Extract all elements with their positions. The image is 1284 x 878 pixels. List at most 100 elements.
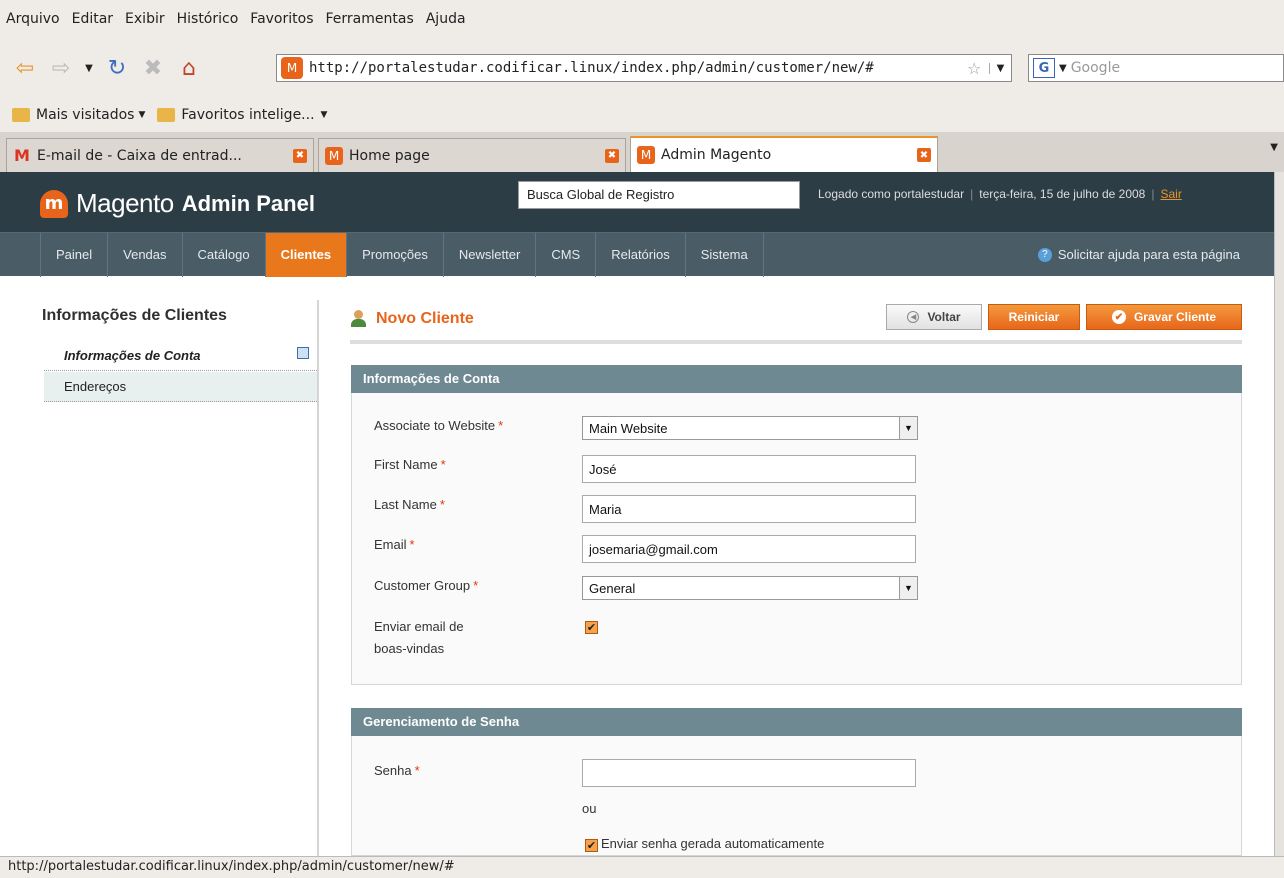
nav-vendas[interactable]: Vendas: [107, 232, 181, 277]
first-name-label: First Name *: [374, 457, 446, 472]
global-search-input[interactable]: Busca Global de Registro: [518, 181, 800, 209]
website-label: Associate to Website *: [374, 418, 504, 433]
menu-editar[interactable]: Editar: [72, 11, 113, 27]
browser-navbar: ⇦ ⇨ ▼ ↻ ✖ ⌂ M http://portalestudar.codif…: [0, 38, 1284, 98]
customer-group-value: General: [589, 581, 636, 596]
engine-dropdown-icon[interactable]: ▼: [1059, 63, 1067, 74]
chevron-down-icon: ▼: [899, 417, 917, 439]
save-disk-icon: [297, 347, 309, 359]
site-favicon-icon: M: [281, 57, 303, 79]
save-customer-button[interactable]: ✔ Gravar Cliente: [1086, 304, 1242, 330]
welcome-email-label: Enviar email de boas-vindas: [374, 619, 464, 656]
password-header: Gerenciamento de Senha: [351, 708, 1242, 736]
nav-relatorios[interactable]: Relatórios: [595, 232, 685, 277]
menu-ferramentas[interactable]: Ferramentas: [326, 11, 414, 27]
account-info-header: Informações de Conta: [351, 365, 1242, 393]
google-engine-icon[interactable]: G: [1033, 58, 1055, 78]
nav-cms[interactable]: CMS: [535, 232, 595, 277]
reload-icon[interactable]: ↻: [102, 53, 132, 83]
menu-historico[interactable]: Histórico: [177, 11, 239, 27]
customer-group-select[interactable]: General ▼: [582, 576, 918, 600]
title-rule: [350, 340, 1242, 344]
nav-catalogo[interactable]: Catálogo: [181, 232, 265, 277]
email-input[interactable]: josemaria@gmail.com: [582, 535, 916, 563]
history-dropdown-icon[interactable]: ▼: [82, 53, 96, 83]
tab-label: Home page: [349, 147, 430, 164]
bookmark-most-visited[interactable]: Mais visitados ▼: [12, 107, 145, 123]
url-dropdown-icon[interactable]: ▼: [989, 62, 1011, 74]
back-circle-icon: ◀: [907, 311, 920, 323]
gmail-icon: M: [14, 146, 30, 165]
page-scrollbar[interactable]: [1274, 172, 1284, 856]
nav-newsletter[interactable]: Newsletter: [442, 232, 535, 277]
browser-menubar: Arquivo Editar Exibir Histórico Favorito…: [0, 0, 1284, 38]
tab-admin-magento[interactable]: M Admin Magento ✖: [630, 136, 938, 172]
welcome-email-checkbox[interactable]: ✔: [585, 621, 598, 634]
tab-home-page[interactable]: M Home page ✖: [318, 138, 626, 172]
auto-password-checkbox[interactable]: ✔: [585, 839, 598, 852]
help-icon: ?: [1037, 247, 1052, 262]
sidebar-item-addresses[interactable]: Endereços: [44, 372, 319, 402]
nav-painel[interactable]: Painel: [40, 232, 107, 277]
browser-tabstrip: M E-mail de - Caixa de entrad... ✖ M Hom…: [0, 132, 1284, 172]
checkmark-icon: ✔: [1111, 310, 1126, 324]
bookmark-label: Mais visitados: [36, 107, 135, 123]
sidebar-title: Informações de Clientes: [42, 307, 227, 324]
tab-label: Admin Magento: [661, 147, 772, 163]
sidebar-divider: [317, 300, 319, 860]
menu-exibir[interactable]: Exibir: [125, 11, 165, 27]
tab-list-dropdown-icon[interactable]: ▼: [1270, 142, 1278, 153]
back-button[interactable]: ◀ Voltar: [886, 304, 982, 330]
magento-logo[interactable]: m Magento Admin Panel: [40, 188, 315, 219]
logout-link[interactable]: Sair: [1160, 187, 1181, 201]
user-info: Logado como portalestudar | terça-feira, 1…: [818, 187, 1182, 201]
sidebar-item-label: Informações de Conta: [64, 348, 201, 363]
magento-favicon-icon: M: [637, 146, 655, 164]
folder-icon: [12, 108, 30, 122]
browser-statusbar: http://portalestudar.codificar.linux/ind…: [0, 856, 1284, 878]
stop-icon[interactable]: ✖: [138, 53, 168, 83]
close-icon[interactable]: ✖: [917, 148, 931, 162]
url-bar[interactable]: M http://portalestudar.codificar.linux/i…: [276, 54, 1012, 82]
magento-logo-icon: m: [40, 189, 68, 218]
reset-button[interactable]: Reiniciar: [988, 304, 1080, 330]
bookmarks-toolbar: Mais visitados ▼ Favoritos intelige... ▼: [0, 98, 1284, 132]
logo-word: Magento: [76, 188, 174, 218]
back-arrow-icon[interactable]: ⇦: [10, 53, 40, 83]
email-label: Email *: [374, 537, 415, 552]
home-icon[interactable]: ⌂: [174, 53, 204, 83]
password-input[interactable]: [582, 759, 916, 787]
bookmark-smart[interactable]: Favoritos intelige... ▼: [157, 107, 327, 123]
web-search-input[interactable]: Google: [1071, 60, 1120, 76]
url-text[interactable]: http://portalestudar.codificar.linux/ind…: [309, 60, 967, 76]
menu-favoritos[interactable]: Favoritos: [250, 11, 313, 27]
tab-label: E-mail de - Caixa de entrad...: [37, 147, 242, 164]
help-link[interactable]: ? Solicitar ajuda para esta página: [1037, 247, 1240, 262]
close-icon[interactable]: ✖: [293, 148, 307, 163]
bookmark-star-icon[interactable]: ☆: [967, 59, 989, 78]
forward-arrow-icon[interactable]: ⇨: [46, 53, 76, 83]
web-search-box[interactable]: G ▼ Google: [1028, 54, 1284, 82]
sidebar-item-account-info[interactable]: Informações de Conta: [44, 341, 319, 371]
website-select-value: Main Website: [589, 421, 668, 436]
nav-sistema[interactable]: Sistema: [684, 232, 763, 277]
close-icon[interactable]: ✖: [605, 148, 619, 163]
bookmark-label: Favoritos intelige...: [181, 107, 315, 123]
menu-ajuda[interactable]: Ajuda: [426, 11, 466, 27]
magento-favicon-icon: M: [325, 146, 343, 165]
chevron-down-icon: ▼: [899, 577, 917, 599]
nav-promocoes[interactable]: Promoções: [346, 232, 443, 277]
admin-main-nav: Painel Vendas Catálogo Clientes Promoçõe…: [0, 232, 1284, 277]
last-name-input[interactable]: Maria: [582, 495, 916, 523]
page-title-text: Novo Cliente: [376, 310, 474, 327]
logged-as: Logado como portalestudar: [818, 187, 965, 201]
password-label: Senha *: [374, 763, 420, 778]
first-name-input[interactable]: José: [582, 455, 916, 483]
nav-clientes[interactable]: Clientes: [264, 232, 347, 277]
customer-group-label: Customer Group *: [374, 578, 479, 593]
website-select[interactable]: Main Website ▼: [582, 416, 918, 440]
chevron-down-icon: ▼: [138, 110, 146, 120]
tab-email[interactable]: M E-mail de - Caixa de entrad... ✖: [6, 138, 314, 172]
menu-arquivo[interactable]: Arquivo: [6, 11, 60, 27]
last-name-label: Last Name *: [374, 497, 445, 512]
